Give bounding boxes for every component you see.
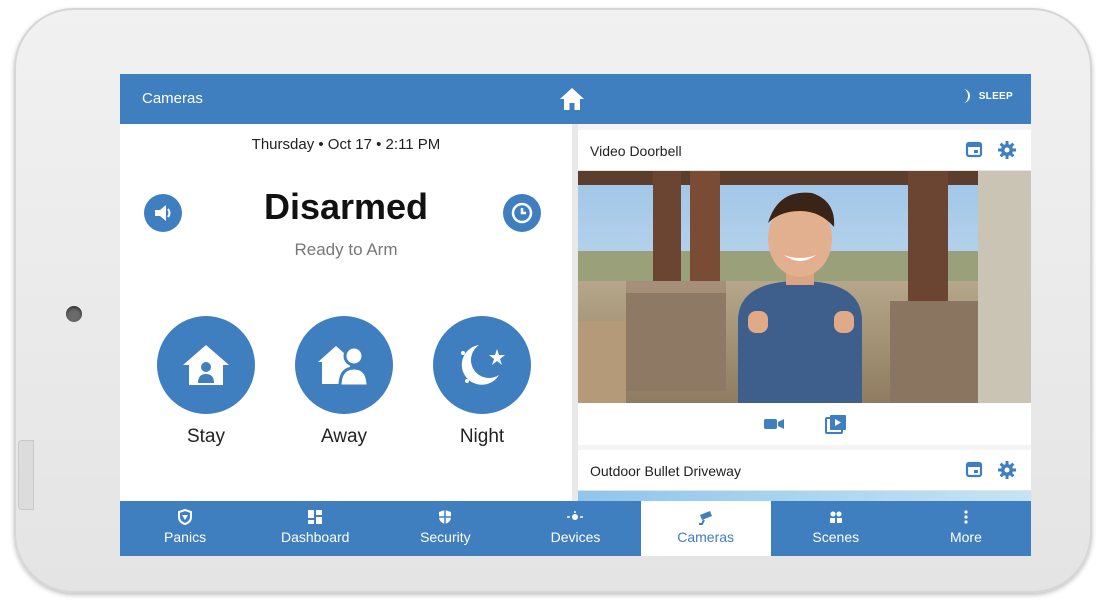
doorbell-video-feed[interactable] <box>578 171 1031 403</box>
arm-away-label: Away <box>320 426 368 447</box>
nav-scenes[interactable]: Scenes <box>771 501 901 556</box>
security-panel: Thursday • Oct 17 • 2:11 PM Disarmed Rea… <box>120 124 572 501</box>
calendar-icon[interactable] <box>965 140 983 158</box>
camera-name: Outdoor Bullet Driveway <box>590 463 741 479</box>
nav-panics[interactable]: Panics <box>120 501 250 556</box>
nav-dashboard[interactable]: Dashboard <box>250 501 380 556</box>
nav-label: Panics <box>164 529 207 545</box>
security-shield-icon <box>439 510 452 524</box>
nav-more[interactable]: More <box>901 501 1031 556</box>
home-icon[interactable] <box>558 86 586 112</box>
video-camera-icon[interactable] <box>763 417 785 431</box>
nav-security[interactable]: Security <box>380 501 510 556</box>
house-person-icon <box>157 316 255 414</box>
touch-screen: Cameras SLEEP Thursday • Oct 17 • 2:11 P… <box>120 74 1031 556</box>
gear-icon[interactable] <box>997 460 1017 480</box>
nav-label: Cameras <box>677 529 735 545</box>
shield-alert-icon <box>178 509 193 525</box>
arm-stay-button[interactable]: Stay <box>156 316 256 448</box>
scenes-icon <box>829 511 842 523</box>
clock-icon[interactable] <box>503 194 541 232</box>
nav-label: Dashboard <box>280 529 350 545</box>
arm-night-button[interactable]: Night <box>432 316 532 448</box>
camera-card-driveway: Outdoor Bullet Driveway <box>578 450 1031 501</box>
nav-label: Scenes <box>812 529 860 545</box>
camera-card-doorbell: Video Doorbell <box>578 130 1031 445</box>
arm-night-label: Night <box>459 426 505 447</box>
dashboard-icon <box>308 510 323 524</box>
sleep-button[interactable]: SLEEP <box>959 88 1013 104</box>
bottom-nav: Panics Dashboard Security Devices Camera… <box>120 501 1031 556</box>
side-button[interactable] <box>18 440 34 510</box>
tablet-bezel: Cameras SLEEP Thursday • Oct 17 • 2:11 P… <box>14 8 1092 593</box>
moon-icon <box>962 89 970 103</box>
camera-header: Outdoor Bullet Driveway <box>578 450 1031 491</box>
more-vertical-icon <box>964 510 968 524</box>
devices-icon <box>567 511 584 520</box>
nav-devices[interactable]: Devices <box>510 501 640 556</box>
sleep-label: SLEEP <box>978 90 1013 102</box>
nav-label: More <box>949 529 982 545</box>
arm-away-button[interactable]: Away <box>294 316 394 448</box>
calendar-icon[interactable] <box>965 460 983 478</box>
date-time: Thursday • Oct 17 • 2:11 PM <box>251 136 441 153</box>
camera-controls <box>578 403 1031 445</box>
front-camera-lens <box>66 306 82 322</box>
playback-icon[interactable] <box>824 414 847 434</box>
camera-header: Video Doorbell <box>578 130 1031 171</box>
person-leaving-icon <box>295 316 393 414</box>
gear-icon[interactable] <box>997 140 1017 160</box>
arm-substatus: Ready to Arm <box>294 240 398 259</box>
page-title: Cameras <box>142 90 203 107</box>
nav-label: Devices <box>550 529 601 545</box>
camera-icon <box>698 511 712 525</box>
nav-label: Security <box>420 529 471 545</box>
top-bar: Cameras SLEEP <box>120 74 1031 124</box>
arm-stay-label: Stay <box>186 426 226 447</box>
driveway-video-feed[interactable] <box>578 491 1031 501</box>
moon-star-icon <box>433 316 531 414</box>
nav-cameras[interactable]: Cameras <box>640 501 771 556</box>
camera-name: Video Doorbell <box>590 143 682 159</box>
